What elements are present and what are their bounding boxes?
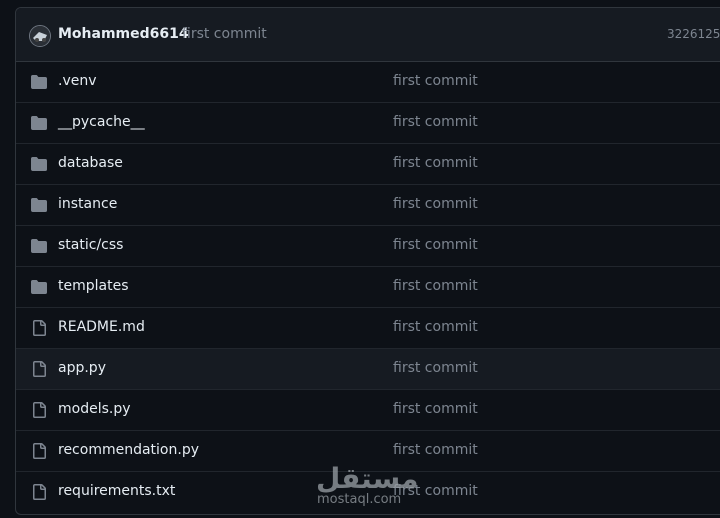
row-commit-message-link[interactable]: first commit (393, 360, 478, 376)
mostaql-watermark: مستقل mostaql.com (316, 462, 419, 510)
folder-icon (31, 156, 47, 172)
file-icon (31, 361, 47, 377)
row-commit-message-link[interactable]: first commit (393, 237, 478, 253)
file-row[interactable]: models.py first commit (16, 389, 720, 430)
folder-name-link[interactable]: instance (58, 196, 117, 212)
watermark-arabic: مستقل (316, 462, 419, 495)
folder-name-link[interactable]: __pycache__ (58, 114, 145, 130)
folder-name-link[interactable]: templates (58, 278, 129, 294)
file-icon (31, 402, 47, 418)
file-row[interactable]: __pycache__ first commit (16, 102, 720, 143)
file-icon (31, 443, 47, 459)
commit-message[interactable]: first commit (182, 26, 267, 42)
file-row[interactable]: app.py first commit (16, 348, 720, 389)
file-list: .venv first commit __pycache__ first commit… (16, 62, 720, 512)
file-row[interactable]: instance first commit (16, 184, 720, 225)
row-commit-message-link[interactable]: first commit (393, 155, 478, 171)
file-name-link[interactable]: app.py (58, 360, 106, 376)
file-name-link[interactable]: models.py (58, 401, 131, 417)
row-commit-message-link[interactable]: first commit (393, 114, 478, 130)
commit-hash[interactable]: 3226125 · (667, 27, 720, 41)
file-row[interactable]: database first commit (16, 143, 720, 184)
file-icon (31, 484, 47, 500)
latest-commit-header: Mohammed6614 first commit 3226125 · (16, 8, 720, 62)
folder-icon (31, 74, 47, 90)
watermark-latin: mostaql.com (317, 492, 402, 507)
row-commit-message-link[interactable]: first commit (393, 196, 478, 212)
file-row[interactable]: README.md first commit (16, 307, 720, 348)
folder-name-link[interactable]: static/css (58, 237, 123, 253)
author-avatar[interactable] (29, 25, 51, 47)
file-icon (31, 320, 47, 336)
folder-icon (31, 115, 47, 131)
folder-name-link[interactable]: .venv (58, 73, 97, 89)
file-row[interactable]: .venv first commit (16, 62, 720, 102)
file-row[interactable]: static/css first commit (16, 225, 720, 266)
folder-icon (31, 238, 47, 254)
row-commit-message-link[interactable]: first commit (393, 319, 478, 335)
folder-icon (31, 197, 47, 213)
row-commit-message-link[interactable]: first commit (393, 442, 478, 458)
file-row[interactable]: templates first commit (16, 266, 720, 307)
row-commit-message-link[interactable]: first commit (393, 401, 478, 417)
file-browser: Mohammed6614 first commit 3226125 · .ven… (15, 7, 720, 515)
row-commit-message-link[interactable]: first commit (393, 73, 478, 89)
folder-name-link[interactable]: database (58, 155, 123, 171)
row-commit-message-link[interactable]: first commit (393, 278, 478, 294)
file-name-link[interactable]: requirements.txt (58, 483, 175, 499)
file-name-link[interactable]: recommendation.py (58, 442, 199, 458)
commit-author[interactable]: Mohammed6614 (58, 26, 189, 42)
folder-icon (31, 279, 47, 295)
file-name-link[interactable]: README.md (58, 319, 145, 335)
